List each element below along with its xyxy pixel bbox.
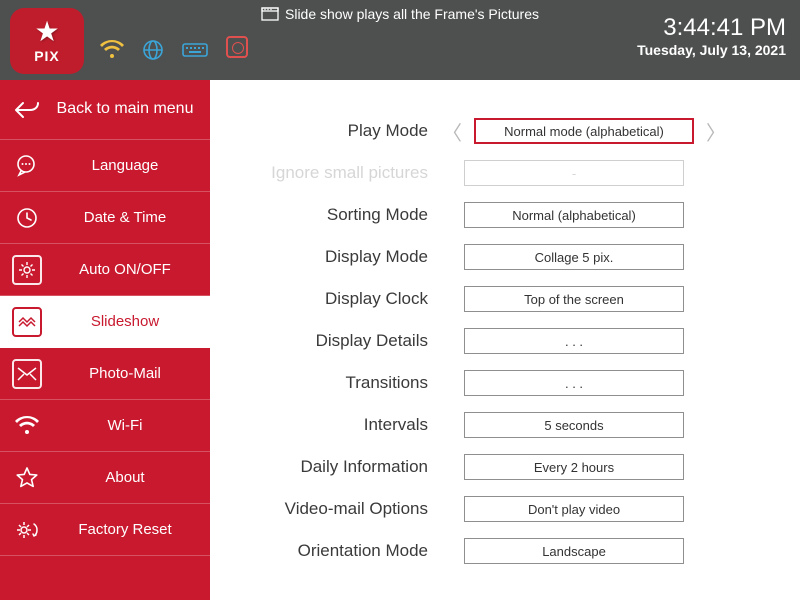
setting-row: Display Details . . . <box>220 320 772 362</box>
setting-row: Display Clock Top of the screen <box>220 278 772 320</box>
setting-value[interactable]: Every 2 hours <box>464 454 684 480</box>
sidebar-item-label: Back to main menu <box>52 100 198 118</box>
sidebar: Back to main menu Language Date & Time A… <box>0 80 210 600</box>
setting-value[interactable]: Collage 5 pix. <box>464 244 684 270</box>
sidebar-item-label: About <box>52 469 198 486</box>
status-icons <box>100 36 248 64</box>
header-clock: 3:44:41 PM Tuesday, July 13, 2021 <box>637 14 786 58</box>
logo-text: PIX <box>34 48 60 64</box>
sidebar-item-label: Slideshow <box>52 313 198 330</box>
setting-label: Display Mode <box>220 247 440 267</box>
setting-selector: . . . <box>440 370 684 396</box>
sidebar-item-label: Language <box>52 157 198 174</box>
setting-row: Transitions . . . <box>220 362 772 404</box>
setting-selector: 5 seconds <box>440 412 684 438</box>
setting-selector: Collage 5 pix. <box>440 244 684 270</box>
top-bar: ★ PIX Slide show plays all the Frame's P… <box>0 0 800 80</box>
app-logo: ★ PIX <box>10 8 84 74</box>
sidebar-item-label: Date & Time <box>52 209 198 226</box>
setting-value[interactable]: Top of the screen <box>464 286 684 312</box>
setting-selector: - <box>440 160 684 186</box>
setting-row: Display Mode Collage 5 pix. <box>220 236 772 278</box>
setting-value: - <box>464 160 684 186</box>
gear-reset-icon <box>12 515 42 545</box>
setting-selector: Don't play video <box>440 496 684 522</box>
sidebar-item-auto-onoff[interactable]: Auto ON/OFF <box>0 244 210 296</box>
setting-label: Daily Information <box>220 457 440 477</box>
slideshow-box-icon <box>12 307 42 337</box>
setting-selector: Landscape <box>440 538 684 564</box>
sidebar-item-label: Photo-Mail <box>52 365 198 382</box>
header-title-text: Slide show plays all the Frame's Picture… <box>285 6 539 22</box>
speech-bubble-icon <box>12 151 42 181</box>
clock-date: Tuesday, July 13, 2021 <box>637 42 786 58</box>
setting-label: Intervals <box>220 415 440 435</box>
setting-row: Ignore small pictures - <box>220 152 772 194</box>
setting-row: Intervals 5 seconds <box>220 404 772 446</box>
sidebar-item-slideshow[interactable]: Slideshow <box>0 296 210 348</box>
setting-value[interactable]: Normal (alphabetical) <box>464 202 684 228</box>
setting-row: Play Mode〈 Normal mode (alphabetical) 〉 <box>220 110 772 152</box>
globe-icon <box>142 39 164 61</box>
setting-label: Orientation Mode <box>220 541 440 561</box>
chevron-right-icon[interactable]: 〉 <box>704 117 728 146</box>
clock-icon <box>12 203 42 233</box>
clock-time: 3:44:41 PM <box>637 14 786 42</box>
sidebar-item-language[interactable]: Language <box>0 140 210 192</box>
setting-label: Video-mail Options <box>220 499 440 519</box>
sidebar-item-photomail[interactable]: Photo-Mail <box>0 348 210 400</box>
setting-value[interactable]: Landscape <box>464 538 684 564</box>
back-arrow-icon <box>12 95 42 125</box>
setting-selector: . . . <box>440 328 684 354</box>
sidebar-item-wifi[interactable]: Wi-Fi <box>0 400 210 452</box>
setting-value[interactable]: . . . <box>464 370 684 396</box>
setting-row: Orientation Mode Landscape <box>220 530 772 572</box>
sidebar-item-about[interactable]: About <box>0 452 210 504</box>
setting-value[interactable]: Normal mode (alphabetical) <box>474 118 694 144</box>
sidebar-item-factory-reset[interactable]: Factory Reset <box>0 504 210 556</box>
wifi-icon <box>12 411 42 441</box>
storage-icon <box>226 36 248 64</box>
sidebar-item-label: Auto ON/OFF <box>52 261 198 278</box>
setting-label: Play Mode <box>220 121 440 141</box>
setting-selector: 〈 Normal mode (alphabetical) 〉 <box>440 117 728 146</box>
setting-label: Sorting Mode <box>220 205 440 225</box>
sidebar-item-label: Wi-Fi <box>52 417 198 434</box>
sidebar-back-button[interactable]: Back to main menu <box>0 80 210 140</box>
setting-selector: Top of the screen <box>440 286 684 312</box>
setting-label: Display Clock <box>220 289 440 309</box>
setting-row: Sorting Mode Normal (alphabetical) <box>220 194 772 236</box>
setting-value[interactable]: 5 seconds <box>464 412 684 438</box>
setting-selector: Every 2 hours <box>440 454 684 480</box>
header-title: Slide show plays all the Frame's Picture… <box>261 6 539 22</box>
slideshow-icon <box>261 7 279 21</box>
setting-label: Ignore small pictures <box>220 163 440 183</box>
star-outline-icon <box>12 463 42 493</box>
setting-value[interactable]: Don't play video <box>464 496 684 522</box>
setting-label: Transitions <box>220 373 440 393</box>
setting-row: Video-mail Options Don't play video <box>220 488 772 530</box>
star-icon: ★ <box>34 18 59 46</box>
gear-box-icon <box>12 255 42 285</box>
wifi-icon <box>100 40 124 60</box>
sidebar-item-label: Factory Reset <box>52 521 198 538</box>
setting-value[interactable]: . . . <box>464 328 684 354</box>
settings-panel: Play Mode〈 Normal mode (alphabetical) 〉 Ign… <box>210 80 800 600</box>
setting-row: Daily Information Every 2 hours <box>220 446 772 488</box>
setting-label: Display Details <box>220 331 440 351</box>
sidebar-item-datetime[interactable]: Date & Time <box>0 192 210 244</box>
setting-selector: Normal (alphabetical) <box>440 202 684 228</box>
keyboard-icon <box>182 41 208 59</box>
mail-icon <box>12 359 42 389</box>
chevron-left-icon[interactable]: 〈 <box>440 117 464 146</box>
